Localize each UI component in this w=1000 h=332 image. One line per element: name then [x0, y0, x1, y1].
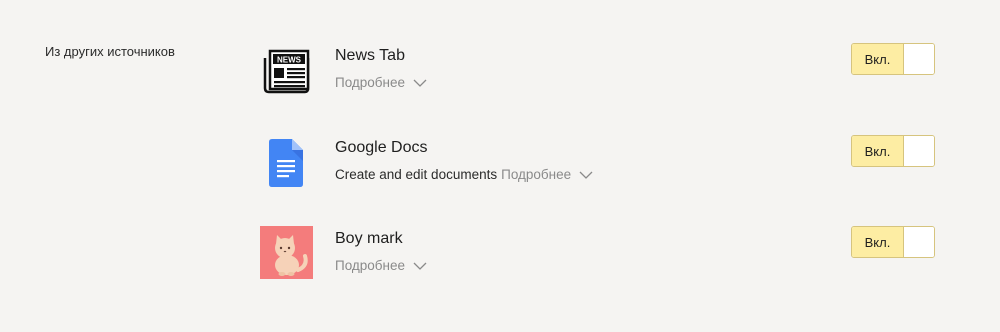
more-details-label: Подробнее — [335, 75, 406, 90]
extension-item-google-docs: Google Docs Create and edit documents По… — [258, 135, 958, 195]
extension-details-row: Подробнее — [335, 258, 427, 273]
extension-toggle[interactable]: Вкл. — [851, 43, 935, 75]
extension-details-row: Подробнее — [335, 75, 427, 90]
chevron-down-icon — [413, 75, 427, 90]
toggle-knob — [904, 136, 934, 166]
more-details-label: Подробнее — [335, 258, 406, 273]
toggle-on-label: Вкл. — [852, 136, 904, 166]
cat-icon — [260, 226, 313, 279]
extension-item-boy-mark: Boy mark Подробнее Вкл. — [258, 226, 958, 286]
google-docs-icon — [258, 135, 314, 191]
toggle-on-label: Вкл. — [852, 227, 904, 257]
extension-name: Boy mark — [335, 230, 403, 247]
extension-description: Create and edit documents — [335, 167, 498, 182]
more-details-link[interactable]: Подробнее — [335, 258, 427, 273]
extension-name: Google Docs — [335, 139, 428, 156]
chevron-down-icon — [579, 167, 593, 182]
extension-toggle[interactable]: Вкл. — [851, 135, 935, 167]
toggle-knob — [904, 227, 934, 257]
newspaper-icon: NEWS — [258, 43, 314, 99]
more-details-link[interactable]: Подробнее — [335, 75, 427, 90]
section-title: Из других источников — [45, 44, 175, 59]
more-details-link[interactable]: Подробнее — [501, 167, 593, 182]
extension-item-news-tab: NEWS News Tab Подробнее Вкл. — [258, 43, 958, 103]
more-details-label: Подробнее — [501, 167, 572, 182]
toggle-knob — [904, 44, 934, 74]
extension-details-row: Create and edit documents Подробнее — [335, 167, 593, 182]
toggle-on-label: Вкл. — [852, 44, 904, 74]
extension-toggle[interactable]: Вкл. — [851, 226, 935, 258]
svg-text:NEWS: NEWS — [277, 56, 302, 65]
chevron-down-icon — [413, 258, 427, 273]
extension-name: News Tab — [335, 47, 405, 64]
extensions-page: Из других источников NEWS News Tab Подро… — [0, 0, 1000, 332]
